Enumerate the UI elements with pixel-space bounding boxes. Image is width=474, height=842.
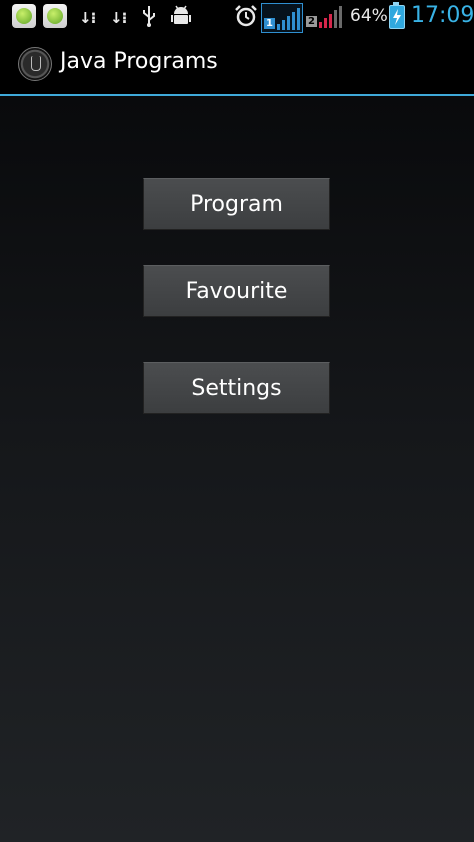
battery-percent: 64%	[350, 6, 388, 26]
java-app-logo-icon[interactable]	[18, 47, 52, 81]
app-notification-icon	[43, 4, 67, 28]
sim1-signal-icon: 1	[261, 3, 303, 33]
usb-icon	[142, 4, 156, 28]
sim1-label: 1	[264, 18, 275, 29]
download-icon: ↓⁝	[110, 9, 127, 27]
status-clock: 17:09	[411, 3, 474, 28]
app-notification-icon	[12, 4, 36, 28]
sim2-label: 2	[306, 16, 317, 27]
settings-button[interactable]: Settings	[143, 362, 330, 414]
status-bar: ↓⁝ ↓⁝ 1 2 64% 17:09	[0, 0, 474, 33]
action-bar: Java Programs	[0, 33, 474, 96]
battery-charging-icon	[389, 2, 405, 29]
sim2-signal-icon: 2	[306, 4, 346, 28]
main-content: Program Favourite Settings	[0, 96, 474, 842]
favourite-button[interactable]: Favourite	[143, 265, 330, 317]
alarm-icon	[234, 4, 258, 28]
android-debug-icon	[170, 4, 192, 28]
program-button[interactable]: Program	[143, 178, 330, 230]
download-icon: ↓⁝	[79, 9, 96, 27]
app-title: Java Programs	[60, 49, 218, 74]
